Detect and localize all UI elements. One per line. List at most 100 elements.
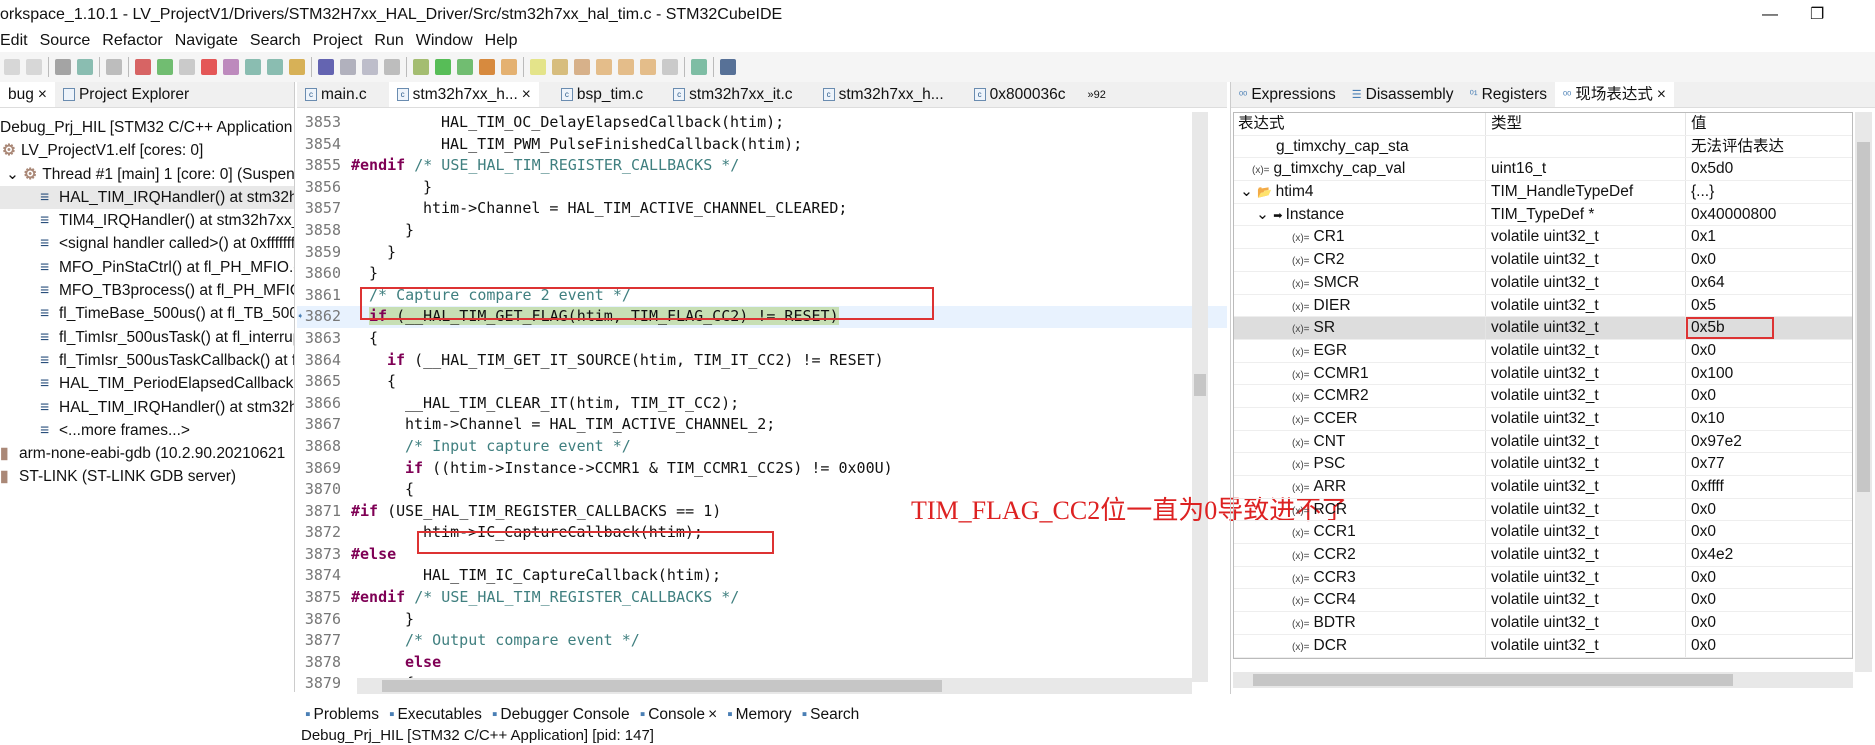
toolbar-button-icon[interactable] <box>223 59 239 75</box>
toolbar-button-icon[interactable] <box>435 59 451 75</box>
chevron-down-icon[interactable]: ⌄ <box>1256 206 1273 223</box>
expression-row[interactable]: (x)= g_timxchy_cap_val uint16_t 0x5d0 <box>1234 158 1852 182</box>
toolbar-button-icon[interactable] <box>479 59 495 75</box>
toolbar-button-icon[interactable] <box>55 59 71 75</box>
expression-row[interactable]: ⌄ 📂 htim4 TIM_HandleTypeDef {...} <box>1234 181 1852 204</box>
toolbar-button-icon[interactable] <box>245 59 261 75</box>
tab-disassembly[interactable]: ☰ Disassembly <box>1344 82 1462 107</box>
expression-row[interactable]: (x)= EGR volatile uint32_t 0x0 <box>1234 339 1852 363</box>
toolbar-button-icon[interactable] <box>720 59 736 75</box>
column-header[interactable]: 类型 <box>1485 113 1685 135</box>
maximize-button[interactable]: ❐ <box>1810 0 1824 30</box>
expression-row[interactable]: (x)= SMCR volatile uint32_t 0x64 <box>1234 271 1852 295</box>
debug-tree-item[interactable]: ≡ fl_TimIsr_500usTask() at fl_interrupt <box>0 326 294 349</box>
debug-tree-item[interactable]: ≡ HAL_TIM_IRQHandler() at stm32h7xx_hal_t… <box>0 185 294 210</box>
menu-run[interactable]: Run <box>374 32 403 49</box>
tab-memory[interactable]: ▪ Memory <box>727 706 791 724</box>
expression-row[interactable]: (x)= CR1 volatile uint32_t 0x1 <box>1234 226 1852 250</box>
expressions-vertical-scrollbar[interactable] <box>1855 112 1872 672</box>
toolbar-button-icon[interactable] <box>662 59 678 75</box>
expression-row[interactable]: (x)= DCR volatile uint32_t 0x0 <box>1234 634 1852 658</box>
close-icon[interactable]: × <box>522 82 531 107</box>
expression-row[interactable]: (x)= RCR volatile uint32_t 0x0 <box>1234 498 1852 522</box>
debug-tree-item[interactable]: ▮ arm-none-eabi-gdb (10.2.90.20210621 <box>0 442 294 465</box>
debug-tree-item[interactable]: ≡ fl_TimIsr_500usTaskCallback() at fl <box>0 349 294 372</box>
debug-tree-item[interactable]: ≡ HAL_TIM_PeriodElapsedCallback <box>0 372 294 395</box>
menu-project[interactable]: Project <box>313 32 363 49</box>
chevron-down-icon[interactable]: ⌄ <box>6 166 23 183</box>
editor-tab[interactable]: c stm32h7xx_h... × <box>388 82 539 107</box>
toolbar-button-icon[interactable] <box>640 59 656 75</box>
toolbar-button-icon[interactable] <box>106 59 122 75</box>
editor-tab[interactable]: c bsp_tim.c <box>553 82 651 107</box>
toolbar-button-icon[interactable] <box>457 59 473 75</box>
debug-tree-item[interactable]: Debug_Prj_HIL [STM32 C/C++ Application <box>0 116 294 139</box>
expression-row[interactable]: ⌄ ➡ Instance TIM_TypeDef * 0x40000800 <box>1234 203 1852 227</box>
close-icon[interactable]: × <box>38 82 47 107</box>
expression-row[interactable]: (x)= PSC volatile uint32_t 0x77 <box>1234 453 1852 476</box>
debug-tree-item[interactable]: ⚙ LV_ProjectV1.elf [cores: 0] <box>0 139 294 162</box>
toolbar-button-icon[interactable] <box>157 59 173 75</box>
menu-edit[interactable]: Edit <box>0 32 28 49</box>
code-editor[interactable]: c main.c c stm32h7xx_h... × c bsp_tim.c c stm32… <box>297 82 1227 694</box>
toolbar-button-icon[interactable] <box>384 59 400 75</box>
debug-tree-item[interactable]: ≡ <signal handler called>() at 0xfffffff <box>0 232 294 255</box>
tab-debugger-console[interactable]: ▪ Debugger Console <box>492 706 630 724</box>
toolbar-button-icon[interactable] <box>618 59 634 75</box>
editor-tab[interactable]: c stm32h7xx_it.c <box>665 82 800 107</box>
menu-help[interactable]: Help <box>485 32 518 49</box>
expression-row[interactable]: (x)= CCR4 volatile uint32_t 0x0 <box>1234 589 1852 613</box>
debug-tree-item[interactable]: ▮ ST-LINK (ST-LINK GDB server) <box>0 465 294 488</box>
chevron-down-icon[interactable]: ⌄ <box>1240 183 1257 200</box>
tab-executables[interactable]: ▪ Executables <box>389 706 482 724</box>
toolbar-button-icon[interactable] <box>77 59 93 75</box>
toolbar-button-icon[interactable] <box>501 59 517 75</box>
toolbar-button-icon[interactable] <box>4 59 20 75</box>
tab-bug[interactable]: bug × <box>0 82 55 107</box>
editor-horizontal-scrollbar[interactable] <box>357 678 1192 694</box>
toolbar-button-icon[interactable] <box>135 59 151 75</box>
expression-row[interactable]: (x)= SR volatile uint32_t 0x5b <box>1234 317 1852 340</box>
toolbar-button-icon[interactable] <box>362 59 378 75</box>
expression-row[interactable]: (x)= BDTR volatile uint32_t 0x0 <box>1234 612 1852 635</box>
editor-vertical-scrollbar[interactable] <box>1192 112 1208 682</box>
editor-tab[interactable]: c main.c <box>297 82 375 107</box>
toolbar-button-icon[interactable] <box>413 59 429 75</box>
close-icon[interactable]: × <box>1657 82 1666 107</box>
expression-row[interactable]: (x)= CCER volatile uint32_t 0x10 <box>1234 407 1852 431</box>
toolbar-button-icon[interactable] <box>179 59 195 75</box>
tab-live-expressions[interactable]: ᵒᵒ 现场表达式 × <box>1555 82 1674 107</box>
debug-tree-item[interactable]: ≡ MFO_TB3process() at fl_PH_MFIO.c <box>0 279 294 302</box>
toolbar-button-icon[interactable] <box>289 59 305 75</box>
debug-tree-item[interactable]: ≡ TIM4_IRQHandler() at stm32h7xx_it.c <box>0 209 294 232</box>
menu-refactor[interactable]: Refactor <box>102 32 162 49</box>
toolbar-button-icon[interactable] <box>340 59 356 75</box>
debug-tree-item[interactable]: ≡ <...more frames...> <box>0 419 294 442</box>
editor-tab[interactable]: c stm32h7xx_h... <box>815 82 952 107</box>
tab-problems[interactable]: ▪ Problems <box>305 706 379 724</box>
menu-window[interactable]: Window <box>416 32 473 49</box>
debug-tree-item[interactable]: ⌄ ⚙ Thread #1 [main] 1 [core: 0] (Suspend… <box>0 163 294 186</box>
toolbar-button-icon[interactable] <box>318 59 334 75</box>
expression-row[interactable]: (x)= CCMR1 volatile uint32_t 0x100 <box>1234 362 1852 386</box>
column-header[interactable]: 值 <box>1685 113 1852 135</box>
toolbar-button-icon[interactable] <box>552 59 568 75</box>
expression-row[interactable]: (x)= CNT volatile uint32_t 0x97e2 <box>1234 430 1852 454</box>
expression-row[interactable]: (x)= CCR2 volatile uint32_t 0x4e2 <box>1234 544 1852 567</box>
expressions-horizontal-scrollbar[interactable] <box>1233 672 1853 688</box>
tab-overflow-button[interactable]: »92 <box>1088 89 1106 101</box>
tab-search[interactable]: ▪ Search <box>802 706 860 724</box>
toolbar-button-icon[interactable] <box>596 59 612 75</box>
toolbar-button-icon[interactable] <box>267 59 283 75</box>
menu-source[interactable]: Source <box>40 32 91 49</box>
tab-console[interactable]: ▪ Console × <box>639 706 718 724</box>
tab-expressions[interactable]: ᵒᵒ Expressions <box>1231 82 1344 107</box>
toolbar-button-icon[interactable] <box>691 59 707 75</box>
debug-tree-item[interactable]: ≡ MFO_PinStaCtrl() at fl_PH_MFIO.c <box>0 256 294 279</box>
toolbar-button-icon[interactable] <box>530 59 546 75</box>
toolbar-button-icon[interactable] <box>201 59 217 75</box>
menu-search[interactable]: Search <box>250 32 301 49</box>
expression-row[interactable]: (x)= CCR1 volatile uint32_t 0x0 <box>1234 521 1852 545</box>
debug-tree-item[interactable]: ≡ fl_TimeBase_500us() at fl_TB_500us <box>0 302 294 325</box>
debug-tree-item[interactable]: ≡ HAL_TIM_IRQHandler() at stm32h7xx <box>0 396 294 419</box>
